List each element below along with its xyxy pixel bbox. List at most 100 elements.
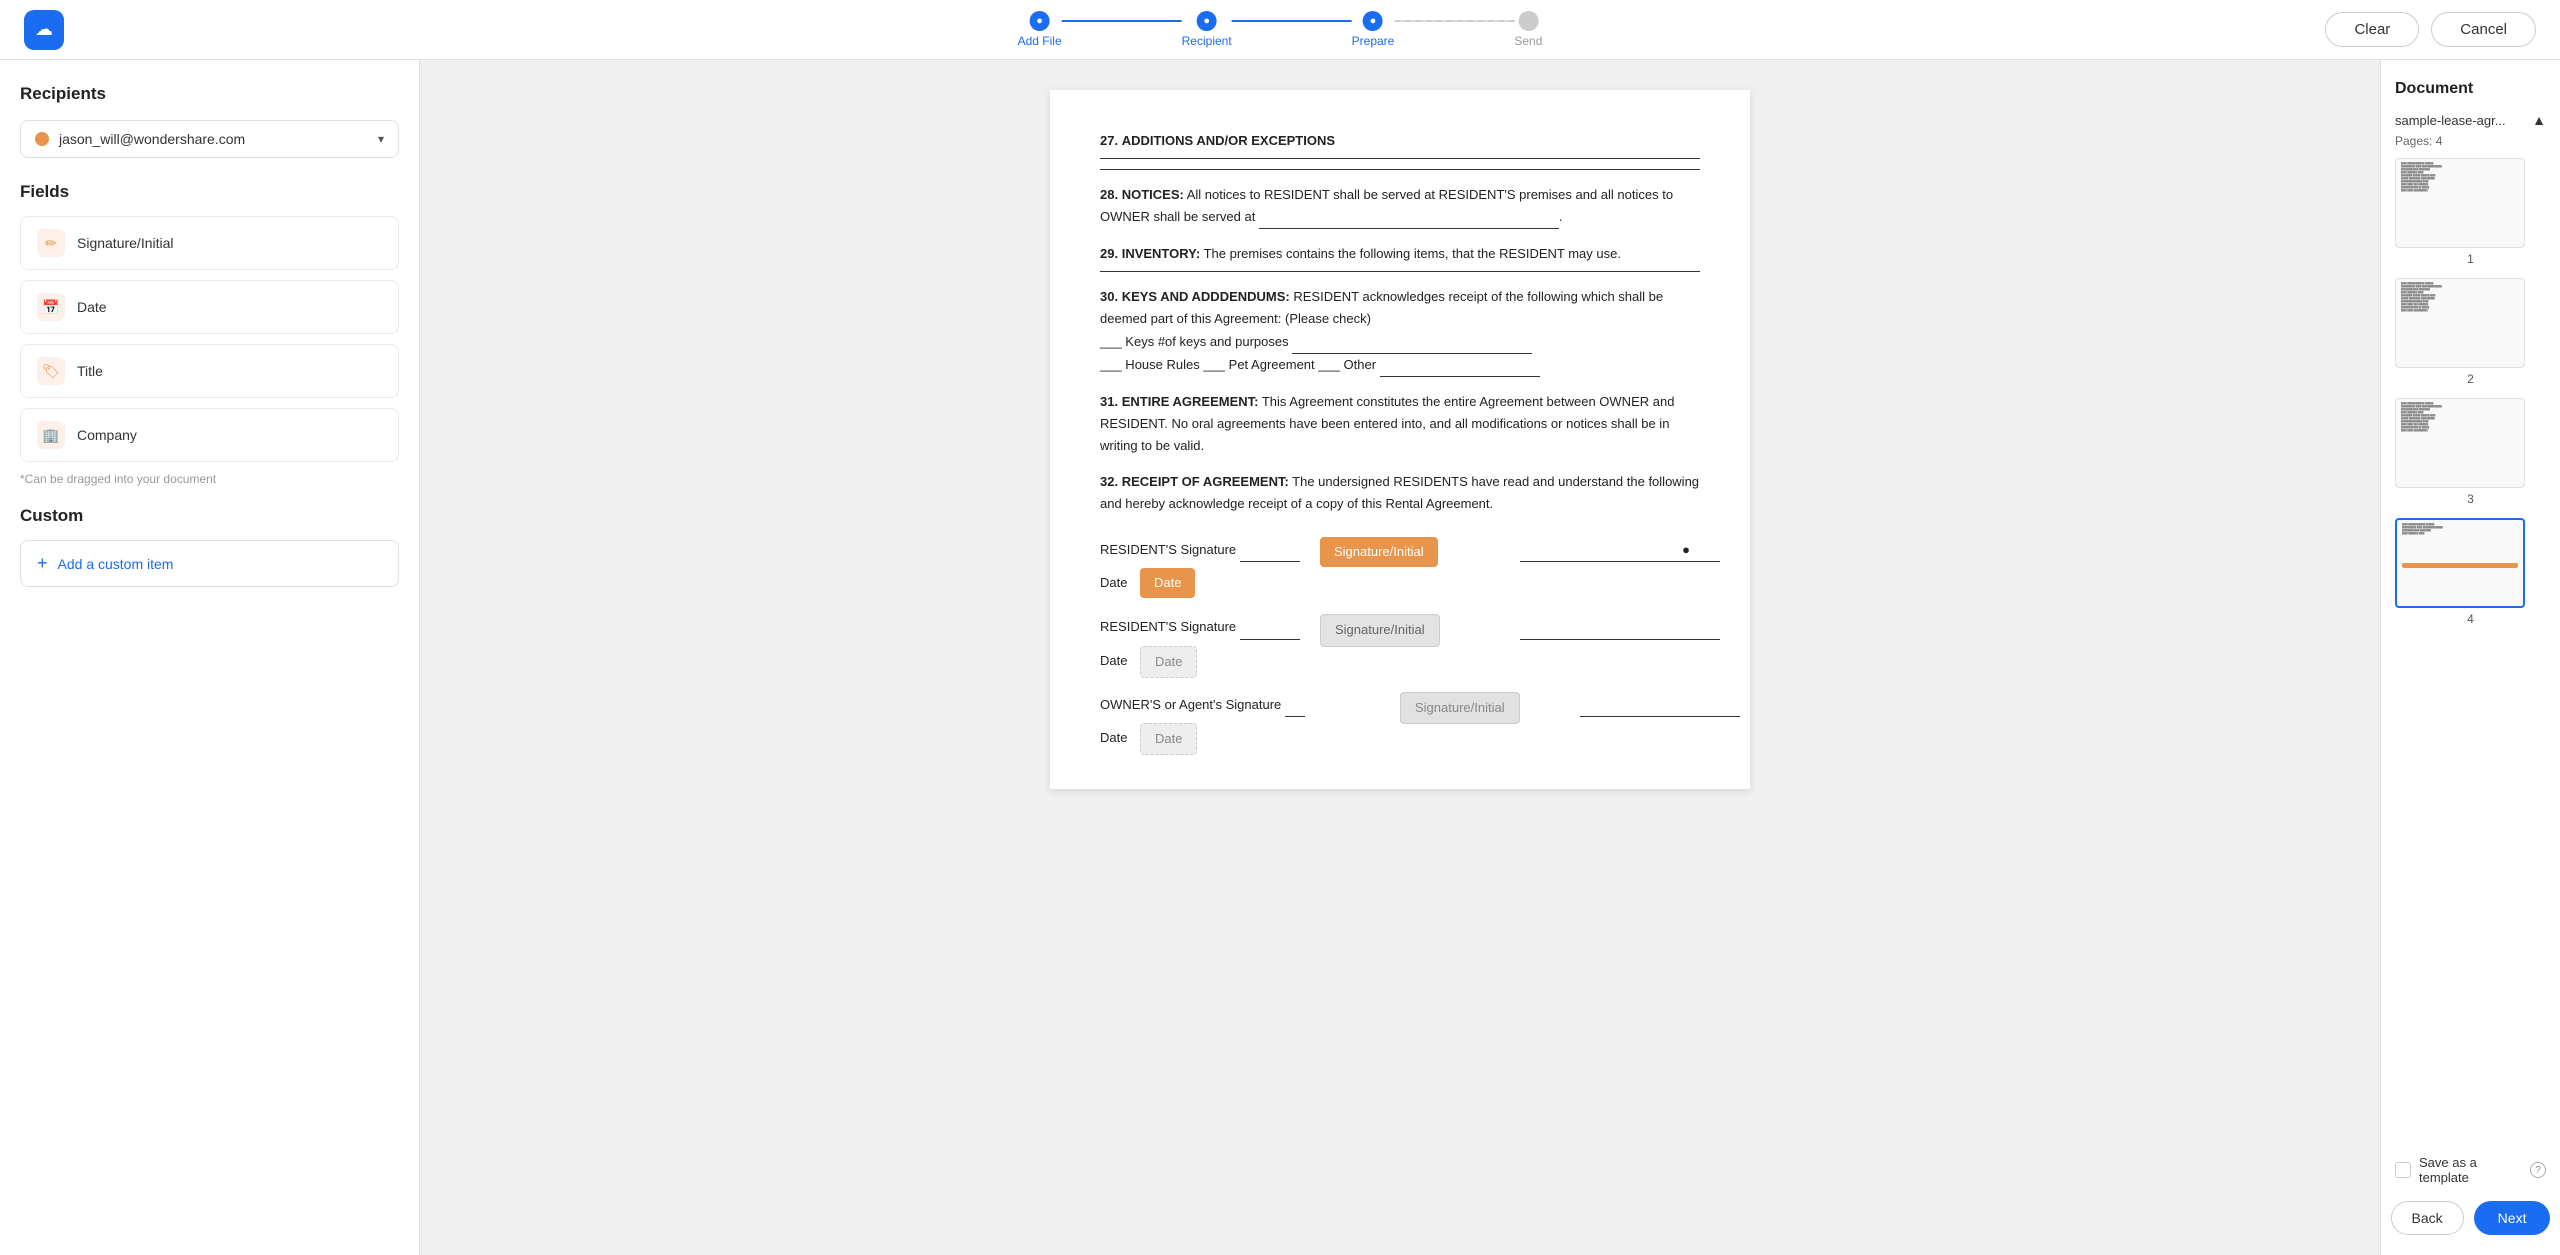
thumb-num-1: 1 [2395, 252, 2546, 266]
signature-overlay-2[interactable]: Signature/Initial [1320, 614, 1440, 646]
section-30: 30. KEYS AND ADDDENDUMS: RESIDENT acknow… [1100, 286, 1700, 376]
signature-row-3: OWNER'S or Agent's Signature Signature/I… [1100, 694, 1700, 717]
doc-thumbnail-4[interactable]: ████ ████████████ ████████████████ ████ … [2395, 518, 2546, 626]
section-32: 32. RECEIPT OF AGREEMENT: The undersigne… [1100, 471, 1700, 515]
title-icon: 🏷 [37, 357, 65, 385]
owners-sig-label: OWNER'S or Agent's Signature [1100, 697, 1281, 712]
recipients-title: Recipients [20, 84, 399, 104]
doc-thumbnail-3[interactable]: ████ ████████████ ████████████████ ████ … [2395, 398, 2546, 506]
main-layout: Recipients jason_will@wondershare.com ▾ … [0, 60, 2560, 1255]
drag-hint: *Can be dragged into your document [20, 472, 399, 486]
field-label-title: Title [77, 363, 103, 379]
signature-overlay-3[interactable]: Signature/Initial [1400, 692, 1520, 724]
thumb-content-3: ████ ████████████ ████████████████ ████ … [2396, 399, 2524, 437]
step-dot-recipient: ● [1197, 11, 1217, 31]
recipient-dot [35, 132, 49, 146]
step-dot-send [1518, 11, 1538, 31]
step-dot-add-file: ● [1030, 11, 1050, 31]
custom-section: Custom + Add a custom item [20, 506, 399, 587]
document-page: 27. ADDITIONS AND/OR EXCEPTIONS 28. NOTI… [1050, 90, 1750, 789]
signature-row-1: RESIDENT'S Signature Signature/Initial ● [1100, 539, 1700, 562]
step-dot-prepare: ● [1363, 11, 1383, 31]
step-label-send: Send [1514, 34, 1542, 48]
thumb-image-3: ████ ████████████ ████████████████ ████ … [2395, 398, 2525, 488]
date-row-3: Date Date [1100, 727, 1700, 749]
date-overlay-3[interactable]: Date [1140, 723, 1197, 755]
signature-row-2: RESIDENT'S Signature Signature/Initial [1100, 616, 1700, 639]
step-prepare: ● Prepare [1352, 11, 1395, 48]
step-label-add-file: Add File [1018, 34, 1062, 48]
orange-bar [2402, 563, 2518, 568]
thumb-image-4: ████ ████████████ ████████████████ ████ … [2395, 518, 2525, 608]
date-overlay-1[interactable]: Date [1140, 568, 1195, 598]
thumb-image-2: ████ ████████████ ████████████████ ████ … [2395, 278, 2525, 368]
thumb-content-2: ████ ████████████ ████████████████ ████ … [2396, 279, 2524, 317]
date-label-2: Date [1100, 653, 1127, 668]
field-item-company[interactable]: 🏢 Company [20, 408, 399, 462]
field-item-signature[interactable]: ✏ Signature/Initial [20, 216, 399, 270]
thumb-num-3: 3 [2395, 492, 2546, 506]
thumb-num-4: 4 [2395, 612, 2546, 626]
recipient-email: jason_will@wondershare.com [59, 131, 368, 147]
date-label-3: Date [1100, 730, 1127, 745]
add-custom-button[interactable]: + Add a custom item [20, 540, 399, 587]
step-line-1 [1062, 20, 1182, 22]
fields-section: Fields ✏ Signature/Initial 📅 Date 🏷 Titl… [20, 182, 399, 486]
date-row-1: Date Date [1100, 572, 1700, 594]
field-item-title[interactable]: 🏷 Title [20, 344, 399, 398]
doc-thumbnail-2[interactable]: ████ ████████████ ████████████████ ████ … [2395, 278, 2546, 386]
custom-title: Custom [20, 506, 399, 526]
residents-sig-label-2: RESIDENT'S Signature [1100, 619, 1236, 634]
back-button[interactable]: Back [2391, 1201, 2464, 1235]
cancel-button[interactable]: Cancel [2431, 12, 2536, 47]
left-sidebar: Recipients jason_will@wondershare.com ▾ … [0, 60, 420, 1255]
nav-actions: Clear Cancel [2325, 12, 2536, 47]
app-logo: ☁ [24, 10, 64, 50]
template-row: Save as a template ? [2395, 1139, 2546, 1185]
date-overlay-2[interactable]: Date [1140, 646, 1197, 678]
date-label-1: Date [1100, 575, 1127, 590]
section-31: 31. ENTIRE AGREEMENT: This Agreement con… [1100, 391, 1700, 457]
thumb-image-1: ████ ████████████ ████████████████ ████ … [2395, 158, 2525, 248]
collapse-doc-button[interactable]: ▲ [2532, 112, 2546, 128]
step-line-2 [1232, 20, 1352, 22]
chevron-down-icon: ▾ [378, 132, 384, 146]
field-item-date[interactable]: 📅 Date [20, 280, 399, 334]
stepper: ● Add File ● Recipient ● Prepare Send [1018, 11, 1543, 48]
step-recipient: ● Recipient [1182, 11, 1232, 48]
step-line-3 [1394, 20, 1514, 22]
doc-name: sample-lease-agr... [2395, 113, 2506, 128]
save-template-checkbox[interactable] [2395, 1162, 2411, 1178]
info-icon: ? [2530, 1162, 2546, 1178]
doc-pages: Pages: 4 [2395, 134, 2546, 148]
doc-header-row: sample-lease-agr... ▲ [2395, 112, 2546, 128]
step-label-recipient: Recipient [1182, 34, 1232, 48]
next-button[interactable]: Next [2474, 1201, 2551, 1235]
thumb-content-1: ████ ████████████ ████████████████ ████ … [2396, 159, 2524, 197]
field-label-signature: Signature/Initial [77, 235, 174, 251]
document-area: 27. ADDITIONS AND/OR EXCEPTIONS 28. NOTI… [420, 60, 2380, 1255]
section-27-heading: 27. ADDITIONS AND/OR EXCEPTIONS [1100, 130, 1700, 152]
step-send: Send [1514, 11, 1542, 48]
top-nav: ☁ ● Add File ● Recipient ● Prepare Send … [0, 0, 2560, 60]
save-template-label: Save as a template [2419, 1155, 2522, 1185]
plus-icon: + [37, 553, 48, 574]
right-panel: Document sample-lease-agr... ▲ Pages: 4 … [2380, 60, 2560, 1255]
step-label-prepare: Prepare [1352, 34, 1395, 48]
recipient-selector[interactable]: jason_will@wondershare.com ▾ [20, 120, 399, 158]
clear-button[interactable]: Clear [2325, 12, 2419, 47]
document-panel-title: Document [2395, 80, 2546, 98]
field-label-date: Date [77, 299, 107, 315]
thumb-num-2: 2 [2395, 372, 2546, 386]
signature-overlay-1[interactable]: Signature/Initial [1320, 537, 1438, 567]
section-29: 29. INVENTORY: The premises contains the… [1100, 243, 1700, 265]
doc-thumbnail-1[interactable]: ████ ████████████ ████████████████ ████ … [2395, 158, 2546, 266]
date-icon: 📅 [37, 293, 65, 321]
field-label-company: Company [77, 427, 137, 443]
residents-sig-label-1: RESIDENT'S Signature [1100, 542, 1236, 557]
date-row-2: Date Date [1100, 650, 1700, 672]
section-28: 28. NOTICES: All notices to RESIDENT sha… [1100, 184, 1700, 229]
fields-title: Fields [20, 182, 399, 202]
bottom-buttons: Back Next [2395, 1201, 2546, 1235]
company-icon: 🏢 [37, 421, 65, 449]
